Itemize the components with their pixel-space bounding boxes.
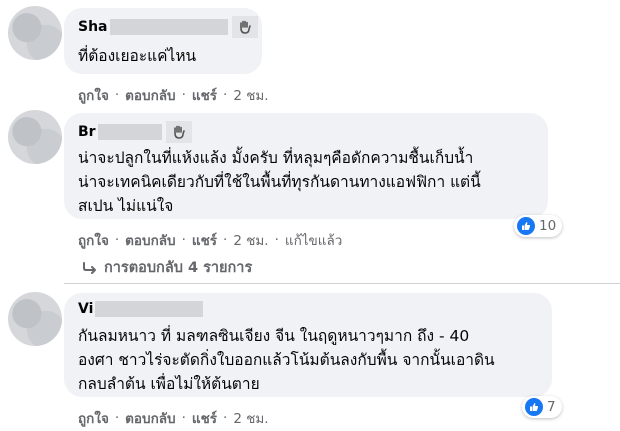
view-replies-link[interactable]: การตอบกลับ 4 รายการ <box>82 256 252 279</box>
edited-label[interactable]: แก้ไขแล้ว <box>285 229 342 251</box>
share-link[interactable]: แชร์ <box>192 229 217 251</box>
timestamp[interactable]: 2 ชม. <box>233 84 268 106</box>
like-link[interactable]: ถูกใจ <box>78 229 109 251</box>
divider <box>64 283 620 284</box>
comment-text: ที่ต้องเยอะแค่ไหน <box>78 47 197 65</box>
reaction-count[interactable]: 7 <box>522 396 562 418</box>
comment-text: กันลมหนาว ที่ มลฑลซินเจียง จีน ในฤดูหนาว… <box>78 327 495 393</box>
comment-actions: ถูกใจ · ตอบกลับ · แชร์ · 2 ชม. · แก้ไขแล้ว <box>78 229 342 251</box>
share-link[interactable]: แชร์ <box>192 407 217 429</box>
share-link[interactable]: แชร์ <box>192 84 217 106</box>
reply-link[interactable]: ตอบกลับ <box>125 407 175 429</box>
like-icon <box>525 398 543 416</box>
comment-actions: ถูกใจ · ตอบกลับ · แชร์ · 2 ชม. <box>78 407 269 429</box>
comment-author[interactable]: Sha <box>78 16 258 38</box>
comment-actions: ถูกใจ · ตอบกลับ · แชร์ · 2 ชม. <box>78 84 269 106</box>
like-link[interactable]: ถูกใจ <box>78 84 109 106</box>
comment-text: น่าจะปลูกในที่แห้งแล้ง มั้งครับ ที่หลุมๆ… <box>78 149 481 215</box>
avatar[interactable] <box>8 292 62 346</box>
comment-bubble: Vi กันลมหนาว ที่ มลฑลซินเจียง จีน ในฤดูห… <box>64 293 552 397</box>
timestamp[interactable]: 2 ชม. <box>233 407 268 429</box>
like-link[interactable]: ถูกใจ <box>78 407 109 429</box>
comment-bubble: Sha ที่ต้องเยอะแค่ไหน <box>64 8 262 74</box>
redacted-name <box>95 301 204 317</box>
like-icon <box>517 217 535 235</box>
redacted-name <box>97 124 162 140</box>
reply-link[interactable]: ตอบกลับ <box>125 84 175 106</box>
reply-link[interactable]: ตอบกลับ <box>125 229 175 251</box>
reply-arrow-icon <box>83 261 96 274</box>
timestamp[interactable]: 2 ชม. <box>233 229 268 251</box>
wave-hand-icon <box>231 16 258 38</box>
avatar[interactable] <box>8 110 62 164</box>
comment-author[interactable]: Br <box>78 121 192 143</box>
avatar[interactable] <box>8 6 62 60</box>
comment-bubble: Br น่าจะปลูกในที่แห้งแล้ง มั้งครับ ที่หล… <box>64 113 548 219</box>
reaction-count[interactable]: 10 <box>514 215 563 237</box>
redacted-name <box>109 19 228 35</box>
comment-author[interactable]: Vi <box>78 301 204 317</box>
wave-hand-icon <box>165 121 192 143</box>
